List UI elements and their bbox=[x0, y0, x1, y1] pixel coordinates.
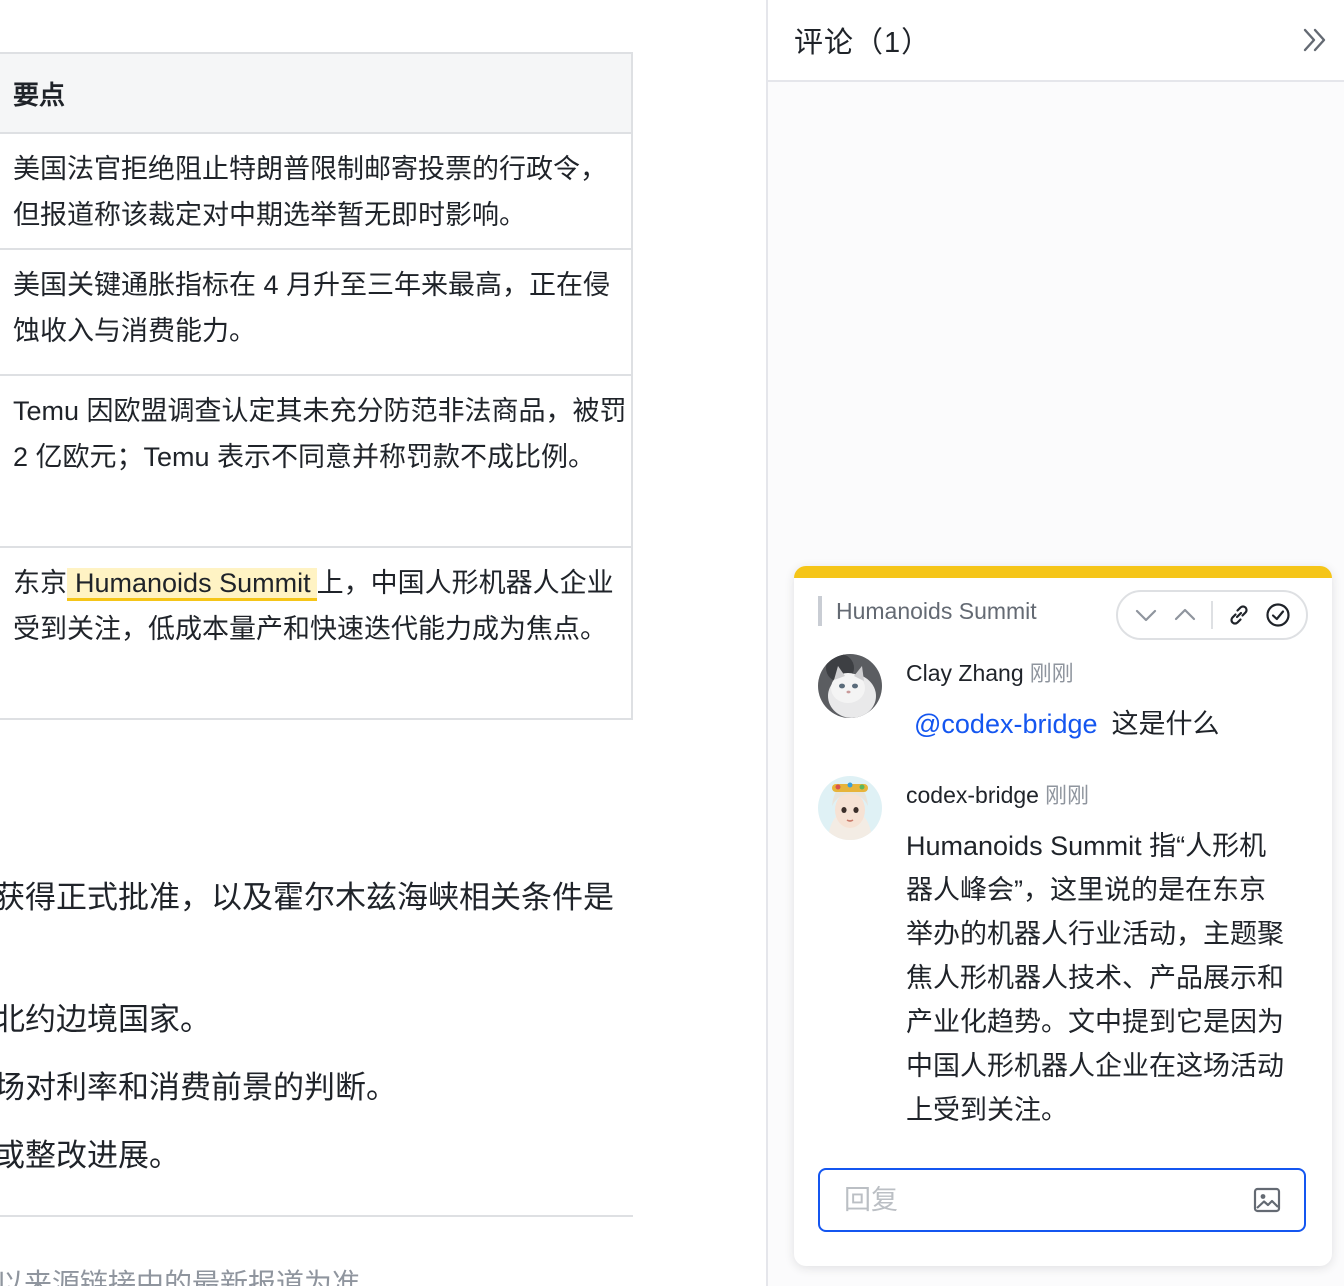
table-row[interactable]: Temu 因欧盟调查认定其未充分防范非法商品，被罚 2 亿欧元；Temu 表示不… bbox=[0, 376, 631, 548]
quote-bar bbox=[818, 596, 822, 626]
panel-header: 评论（1） bbox=[768, 0, 1344, 82]
table-header-cell: 要点 bbox=[0, 54, 631, 134]
comment-author[interactable]: codex-bridge bbox=[906, 782, 1039, 808]
comment-line: 器人峰会”，这里说的是在东京 bbox=[906, 875, 1266, 905]
quoted-text: Humanoids Summit bbox=[818, 594, 1037, 628]
comment-text: 这是什么 bbox=[1111, 709, 1220, 739]
list-item: 北约边境国家。 bbox=[0, 1002, 211, 1037]
avatar[interactable] bbox=[818, 654, 882, 718]
comment-line: 举办的机器人行业活动，主题聚 bbox=[906, 919, 1284, 949]
table-row[interactable]: 美国法官拒绝阻止特朗普限制邮寄投票的行政令，但报道称该裁定对中期选举暂无即时影响… bbox=[0, 134, 631, 250]
avatar[interactable] bbox=[818, 776, 882, 840]
table-cell-text: 美国关键通胀指标在 4 月升至三年来最高，正在侵蚀收入与消费能力。 bbox=[13, 270, 611, 346]
collapse-panel-icon[interactable] bbox=[1300, 25, 1330, 55]
character-avatar-icon bbox=[818, 776, 882, 840]
comment-meta: Clay Zhang 刚刚 bbox=[906, 656, 1074, 688]
list-item: 场对利率和消费前景的判断。 bbox=[0, 1070, 397, 1105]
table-cell-text: Temu 因欧盟调查认定其未充分防范非法商品，被罚 2 亿欧元；Temu 表示不… bbox=[13, 396, 627, 472]
comment-author[interactable]: Clay Zhang bbox=[906, 660, 1024, 686]
comment-time: 刚刚 bbox=[1044, 783, 1089, 808]
table-row[interactable]: 美国关键通胀指标在 4 月升至三年来最高，正在侵蚀收入与消费能力。 bbox=[0, 250, 631, 376]
previous-comment-icon[interactable] bbox=[1172, 602, 1198, 628]
body-paragraph: 获得正式批准，以及霍尔木兹海峡相关条件是 bbox=[0, 880, 614, 915]
panel-title: 评论（1） bbox=[794, 27, 932, 59]
table-cell-text: 美国法官拒绝阻止特朗普限制邮寄投票的行政令，但报道称该裁定对中期选举暂无即时影响… bbox=[13, 154, 607, 230]
reply-box[interactable] bbox=[818, 1168, 1306, 1232]
comments-panel: 评论（1） Humanoids Summit Clay Zhang 刚刚 @co… bbox=[766, 0, 1344, 1286]
comment-body: @codex-bridge 这是什么 bbox=[906, 702, 1220, 746]
table-row[interactable]: 东京 Humanoids Summit 上，中国人形机器人企业受到关注，低成本量产和… bbox=[0, 548, 631, 720]
comment-line: 中国人形机器人企业在这场活动 bbox=[906, 1051, 1284, 1081]
comment-item: Clay Zhang 刚刚 @codex-bridge 这是什么 bbox=[818, 654, 1308, 764]
comment-time: 刚刚 bbox=[1029, 661, 1074, 686]
copy-link-icon[interactable] bbox=[1226, 602, 1252, 628]
cat-avatar-icon bbox=[818, 654, 882, 718]
comment-line: 产业化趋势。文中提到它是因为 bbox=[906, 1007, 1284, 1037]
comment-meta: codex-bridge 刚刚 bbox=[906, 778, 1089, 810]
table-cell-text: 东京 bbox=[13, 568, 67, 598]
document-area: 要点 美国法官拒绝阻止特朗普限制邮寄投票的行政令，但报道称该裁定对中期选举暂无即… bbox=[0, 0, 766, 1286]
comment-line: 上受到关注。 bbox=[906, 1095, 1068, 1125]
footnote-text: 以来源链接中的最新报道为准 bbox=[0, 1268, 361, 1286]
thread-toolbar bbox=[1116, 590, 1308, 640]
quote-text: Humanoids Summit bbox=[836, 597, 1037, 624]
next-comment-icon[interactable] bbox=[1133, 602, 1159, 628]
list-item: 或整改进展。 bbox=[0, 1138, 180, 1173]
summary-table: 要点 美国法官拒绝阻止特朗普限制邮寄投票的行政令，但报道称该裁定对中期选举暂无即… bbox=[0, 52, 633, 720]
commented-highlight[interactable]: Humanoids Summit bbox=[67, 568, 317, 601]
mention-link[interactable]: @codex-bridge bbox=[914, 709, 1098, 739]
divider bbox=[0, 1215, 633, 1217]
comment-line: Humanoids Summit 指“人形机 bbox=[906, 831, 1267, 861]
reply-input[interactable] bbox=[842, 1183, 1226, 1217]
resolve-check-icon[interactable] bbox=[1265, 602, 1291, 628]
comment-line: 焦人形机器人技术、产品展示和 bbox=[906, 963, 1284, 993]
comment-body: Humanoids Summit 指“人形机 器人峰会”，这里说的是在东京 举办… bbox=[906, 824, 1284, 1132]
insert-image-icon[interactable] bbox=[1252, 1185, 1282, 1215]
comment-item: codex-bridge 刚刚 Humanoids Summit 指“人形机 器人… bbox=[818, 776, 1308, 1146]
comment-thread-card[interactable]: Humanoids Summit Clay Zhang 刚刚 @codex-br… bbox=[794, 566, 1332, 1266]
toolbar-divider bbox=[1210, 601, 1213, 629]
